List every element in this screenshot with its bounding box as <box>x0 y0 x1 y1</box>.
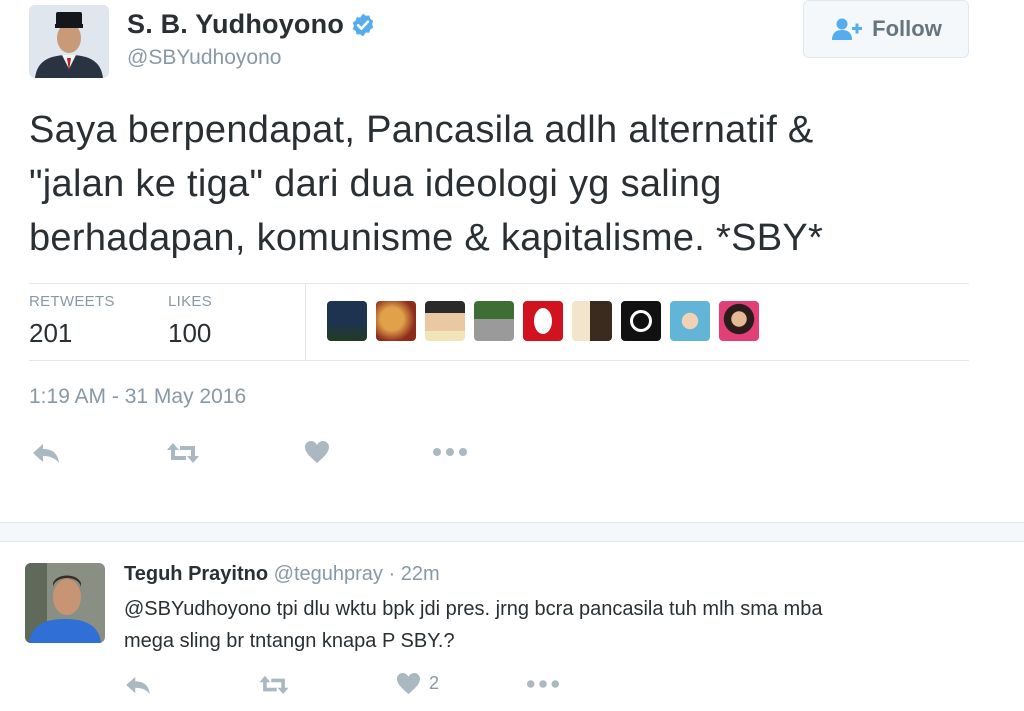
liker-avatar-7[interactable] <box>621 301 661 341</box>
like-icon <box>305 441 329 463</box>
reply-icon <box>126 676 150 695</box>
reply-author-handle[interactable]: @teguhpray <box>274 563 383 585</box>
tweet-stats: RETWEETS 201 LIKES 100 <box>29 283 969 360</box>
liker-avatar-5[interactable] <box>523 301 563 341</box>
like-icon <box>397 672 420 695</box>
likes-stat[interactable]: LIKES 100 <box>168 293 212 349</box>
retweet-icon <box>259 675 289 695</box>
add-user-icon <box>832 18 863 40</box>
divider <box>29 360 969 361</box>
retweets-label: RETWEETS <box>29 293 115 310</box>
reply-tweet: Teguh Prayitno @teguhpray · 22m @SBYudho… <box>0 543 1024 711</box>
reply-retweet-button[interactable] <box>258 675 290 695</box>
reply-button[interactable] <box>31 442 61 464</box>
author-name[interactable]: S. B. Yudhoyono <box>127 9 344 40</box>
section-separator <box>0 522 1024 542</box>
tweet-text-line: Saya berpendapat, Pancasila adlh alterna… <box>29 109 814 151</box>
reply-time[interactable]: · 22m <box>388 563 439 585</box>
reply-author-avatar[interactable] <box>25 563 105 643</box>
liker-avatar-9[interactable] <box>719 301 759 341</box>
retweets-stat[interactable]: RETWEETS 201 <box>29 293 115 349</box>
author-avatar[interactable] <box>29 5 109 78</box>
follow-label: Follow <box>872 16 942 41</box>
more-button[interactable] <box>432 447 468 457</box>
tweet-text-line: berhadapan, komunisme & kapitalisme. *SB… <box>29 217 824 259</box>
reply-text-line: mega sling br tntangn knapa P SBY.? <box>124 630 455 652</box>
liker-avatar-8[interactable] <box>670 301 710 341</box>
reply-text-line: @SBYudhoyono tpi dlu wktu bpk jdi pres. … <box>124 598 823 620</box>
more-icon <box>433 448 467 456</box>
tweet-text: Saya berpendapat, Pancasila adlh alterna… <box>29 103 989 265</box>
like-button[interactable] <box>304 440 330 464</box>
main-tweet: S. B. Yudhoyono @SBYudhoyono Follow Saya… <box>0 0 1024 522</box>
reply-like-count: 2 <box>429 673 440 693</box>
retweet-button[interactable] <box>166 442 200 464</box>
liker-avatar-1[interactable] <box>327 301 367 341</box>
reply-text: @SBYudhoyono tpi dlu wktu bpk jdi pres. … <box>124 593 1004 657</box>
liker-avatar-6[interactable] <box>572 301 612 341</box>
author-handle[interactable]: @SBYudhoyono <box>127 46 281 70</box>
liker-avatar-2[interactable] <box>376 301 416 341</box>
follow-button[interactable]: Follow <box>803 0 969 58</box>
tweet-actions <box>0 436 1024 470</box>
tweet-text-line: "jalan ke tiga" dari dua ideologi yg sal… <box>29 163 722 205</box>
retweets-count: 201 <box>29 318 73 348</box>
reply-header: Teguh Prayitno @teguhpray · 22m <box>124 563 440 586</box>
reply-more-button[interactable] <box>526 679 560 689</box>
reply-icon <box>33 444 59 463</box>
reply-like-button[interactable]: 2 <box>396 672 439 695</box>
liker-avatar-4[interactable] <box>474 301 514 341</box>
reply-author-name[interactable]: Teguh Prayitno <box>124 563 268 585</box>
likes-count: 100 <box>168 318 212 348</box>
retweet-icon <box>167 443 199 463</box>
reply-reply-button[interactable] <box>124 675 152 695</box>
reply-actions: 2 <box>0 671 1024 701</box>
liker-avatars <box>327 301 768 341</box>
stats-divider <box>305 283 306 360</box>
more-icon <box>526 680 560 688</box>
likes-label: LIKES <box>168 293 213 310</box>
verified-badge-icon <box>352 13 374 36</box>
tweet-timestamp[interactable]: 1:19 AM - 31 May 2016 <box>29 385 246 409</box>
liker-avatar-3[interactable] <box>425 301 465 341</box>
